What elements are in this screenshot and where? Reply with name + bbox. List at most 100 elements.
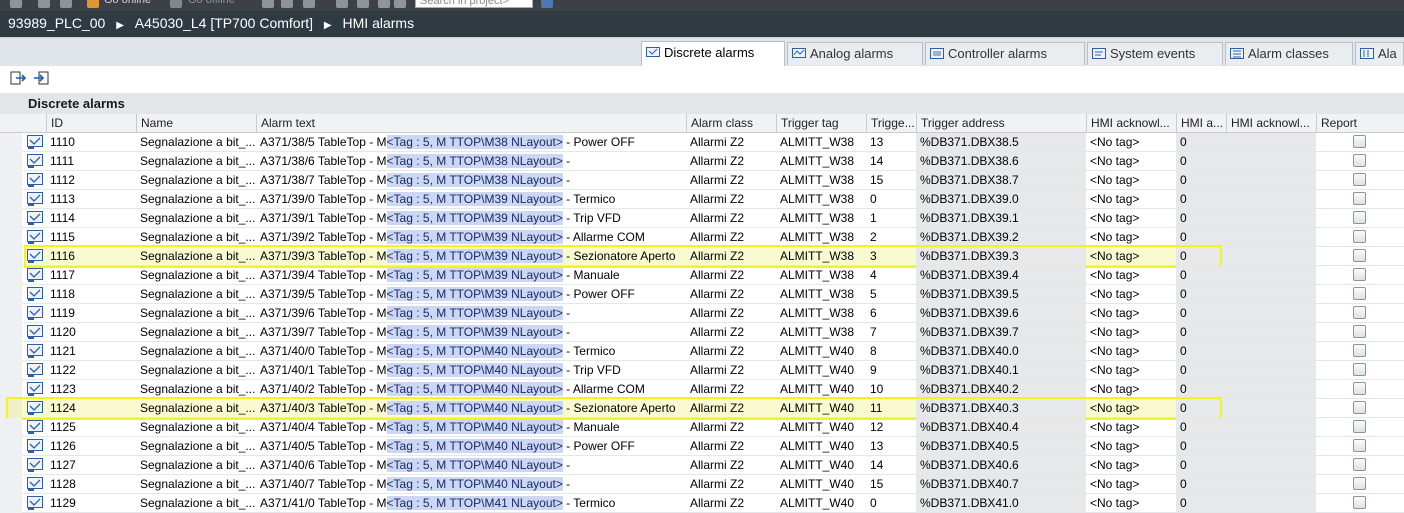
cell-alarm-text[interactable]: A371/38/6 TableTop - M<Tag : 5, M TTOP\M… [256, 152, 686, 170]
cell-id[interactable]: 1118 [46, 285, 136, 303]
cell-hmi-ack-address[interactable] [1226, 133, 1316, 151]
cell-hmi-ack-tag[interactable]: <No tag> [1086, 456, 1176, 474]
report-checkbox[interactable] [1353, 230, 1366, 243]
cell-trigger-address[interactable]: %DB371.DBX39.4 [916, 266, 1086, 284]
column-header-hmi-ack-bit[interactable]: HMI a... [1176, 114, 1226, 132]
cell-hmi-ack-tag[interactable]: <No tag> [1086, 437, 1176, 455]
cell-hmi-ack-tag[interactable]: <No tag> [1086, 171, 1176, 189]
row-gutter[interactable] [0, 152, 22, 171]
tab-discrete-alarms[interactable]: Discrete alarms [641, 41, 785, 66]
stop-cpu-icon[interactable] [303, 0, 315, 8]
alarm-text-tag-field[interactable]: <Tag : 5, M TTOP\M39 NLayout> [386, 325, 563, 339]
cell-id[interactable]: 1120 [46, 323, 136, 341]
alarm-text-tag-field[interactable]: <Tag : 5, M TTOP\M39 NLayout> [386, 192, 563, 206]
cell-hmi-ack-address[interactable] [1226, 380, 1316, 398]
cell-alarm-class[interactable]: Allarmi Z2 [686, 285, 776, 303]
cell-trigger-address[interactable]: %DB371.DBX40.4 [916, 418, 1086, 436]
cell-alarm-text[interactable]: A371/40/4 TableTop - M<Tag : 5, M TTOP\M… [256, 418, 686, 436]
row-gutter[interactable] [0, 418, 22, 437]
cell-name[interactable]: Segnalazione a bit_... [136, 494, 256, 512]
cell-hmi-ack-bit[interactable]: 0 [1176, 418, 1226, 436]
cell-alarm-class[interactable]: Allarmi Z2 [686, 494, 776, 512]
cell-trigger-bit[interactable]: 13 [866, 133, 916, 151]
cell-trigger-bit[interactable]: 6 [866, 304, 916, 322]
cell-alarm-text[interactable]: A371/40/7 TableTop - M<Tag : 5, M TTOP\M… [256, 475, 686, 493]
cell-alarm-text[interactable]: A371/40/1 TableTop - M<Tag : 5, M TTOP\M… [256, 361, 686, 379]
cell-alarm-class[interactable]: Allarmi Z2 [686, 323, 776, 341]
cell-trigger-address[interactable]: %DB371.DBX38.7 [916, 171, 1086, 189]
cell-name[interactable]: Segnalazione a bit_... [136, 456, 256, 474]
row-gutter[interactable] [0, 342, 22, 361]
cell-alarm-text[interactable]: A371/40/2 TableTop - M<Tag : 5, M TTOP\M… [256, 380, 686, 398]
cell-trigger-bit[interactable]: 14 [866, 152, 916, 170]
cell-hmi-ack-address[interactable] [1226, 247, 1316, 265]
cell-hmi-ack-tag[interactable]: <No tag> [1086, 152, 1176, 170]
table-row[interactable]: 1120 Segnalazione a bit_... Allarmi Z2 ALMI… [0, 323, 1404, 342]
cell-trigger-bit[interactable]: 4 [866, 266, 916, 284]
cell-hmi-ack-address[interactable] [1226, 228, 1316, 246]
row-gutter[interactable] [0, 209, 22, 228]
column-header-alarm-text[interactable]: Alarm text [256, 114, 686, 132]
cell-alarm-class[interactable]: Allarmi Z2 [686, 475, 776, 493]
table-row[interactable]: 1127 Segnalazione a bit_... Allarmi Z2 ALMI… [0, 456, 1404, 475]
cell-hmi-ack-tag[interactable]: <No tag> [1086, 323, 1176, 341]
cell-alarm-text[interactable]: A371/40/6 TableTop - M<Tag : 5, M TTOP\M… [256, 456, 686, 474]
cell-alarm-class[interactable]: Allarmi Z2 [686, 456, 776, 474]
table-row[interactable]: 1114 Segnalazione a bit_... Allarmi Z2 ALMI… [0, 209, 1404, 228]
report-checkbox[interactable] [1353, 325, 1366, 338]
report-checkbox[interactable] [1353, 135, 1366, 148]
cell-alarm-class[interactable]: Allarmi Z2 [686, 266, 776, 284]
cell-id[interactable]: 1111 [46, 152, 136, 170]
save-project-icon[interactable] [60, 0, 72, 8]
cell-name[interactable]: Segnalazione a bit_... [136, 437, 256, 455]
cell-trigger-address[interactable]: %DB371.DBX39.6 [916, 304, 1086, 322]
cell-trigger-tag[interactable]: ALMITT_W40 [776, 437, 866, 455]
cell-trigger-bit[interactable]: 15 [866, 171, 916, 189]
alarm-text-tag-field[interactable]: <Tag : 5, M TTOP\M39 NLayout> [386, 230, 563, 244]
cell-trigger-bit[interactable]: 9 [866, 361, 916, 379]
alarm-text-tag-field[interactable]: <Tag : 5, M TTOP\M40 NLayout> [386, 344, 563, 358]
cell-id[interactable]: 1117 [46, 266, 136, 284]
cell-hmi-ack-tag[interactable]: <No tag> [1086, 285, 1176, 303]
cell-trigger-tag[interactable]: ALMITT_W38 [776, 190, 866, 208]
cell-trigger-tag[interactable]: ALMITT_W40 [776, 456, 866, 474]
cell-hmi-ack-tag[interactable]: <No tag> [1086, 304, 1176, 322]
cell-trigger-tag[interactable]: ALMITT_W38 [776, 285, 866, 303]
table-row[interactable]: 1121 Segnalazione a bit_... Allarmi Z2 ALMI… [0, 342, 1404, 361]
start-cpu-icon[interactable] [281, 0, 293, 8]
cell-id[interactable]: 1127 [46, 456, 136, 474]
cell-alarm-class[interactable]: Allarmi Z2 [686, 171, 776, 189]
cell-trigger-tag[interactable]: ALMITT_W38 [776, 133, 866, 151]
cell-trigger-bit[interactable]: 0 [866, 190, 916, 208]
cell-trigger-bit[interactable]: 12 [866, 418, 916, 436]
cell-alarm-text[interactable]: A371/38/5 TableTop - M<Tag : 5, M TTOP\M… [256, 133, 686, 151]
column-header-name[interactable]: Name [136, 114, 256, 132]
table-row[interactable]: 1117 Segnalazione a bit_... Allarmi Z2 ALMI… [0, 266, 1404, 285]
row-gutter[interactable] [0, 494, 22, 513]
cell-hmi-ack-tag[interactable]: <No tag> [1086, 342, 1176, 360]
table-row[interactable]: 1122 Segnalazione a bit_... Allarmi Z2 ALMI… [0, 361, 1404, 380]
report-checkbox[interactable] [1353, 249, 1366, 262]
alarm-text-tag-field[interactable]: <Tag : 5, M TTOP\M39 NLayout> [386, 268, 563, 282]
cell-alarm-class[interactable]: Allarmi Z2 [686, 228, 776, 246]
table-row[interactable]: 1124 Segnalazione a bit_... Allarmi Z2 ALMI… [0, 397, 1404, 420]
cell-trigger-address[interactable]: %DB371.DBX40.1 [916, 361, 1086, 379]
cell-trigger-bit[interactable]: 13 [866, 437, 916, 455]
cell-name[interactable]: Segnalazione a bit_... [136, 266, 256, 284]
report-checkbox[interactable] [1353, 287, 1366, 300]
cell-id[interactable]: 1125 [46, 418, 136, 436]
cell-alarm-text[interactable]: A371/41/0 TableTop - M<Tag : 5, M TTOP\M… [256, 494, 686, 512]
row-gutter[interactable] [0, 304, 22, 323]
report-checkbox[interactable] [1353, 173, 1366, 186]
cell-trigger-tag[interactable]: ALMITT_W38 [776, 209, 866, 227]
cell-hmi-ack-bit[interactable]: 0 [1176, 152, 1226, 170]
cell-hmi-ack-bit[interactable]: 0 [1176, 133, 1226, 151]
alarm-text-tag-field[interactable]: <Tag : 5, M TTOP\M40 NLayout> [386, 420, 563, 434]
cell-hmi-ack-tag[interactable]: <No tag> [1086, 475, 1176, 493]
column-header-id[interactable]: ID [46, 114, 136, 132]
table-row[interactable]: 1129 Segnalazione a bit_... Allarmi Z2 ALMI… [0, 494, 1404, 513]
cell-alarm-class[interactable]: Allarmi Z2 [686, 437, 776, 455]
cell-hmi-ack-bit[interactable]: 0 [1176, 171, 1226, 189]
row-gutter[interactable] [0, 247, 22, 266]
cross-reference-icon[interactable] [336, 0, 348, 8]
